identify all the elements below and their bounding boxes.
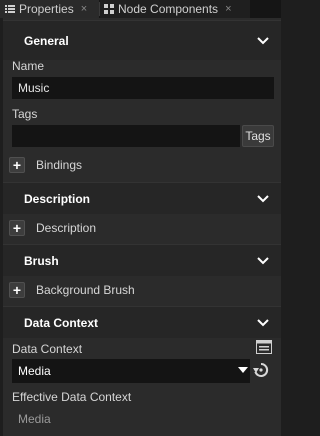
section-title: Data Context	[24, 315, 99, 330]
data-context-icon[interactable]	[256, 340, 272, 354]
effective-data-context-value: Media	[18, 412, 51, 426]
grid-icon	[104, 4, 114, 14]
chevron-down-icon[interactable]	[257, 256, 269, 265]
name-field[interactable]: Music	[12, 77, 274, 99]
tags-input[interactable]	[12, 125, 240, 147]
tab-properties[interactable]: Properties ×	[0, 0, 99, 18]
data-context-label: Data Context	[12, 342, 83, 356]
list-icon	[5, 5, 15, 13]
name-label: Name	[12, 59, 45, 73]
description-label: Description	[36, 221, 97, 235]
section-title: General	[24, 33, 69, 48]
add-background-brush-button[interactable]: +	[9, 282, 25, 298]
section-description-header[interactable]: Description	[3, 182, 281, 214]
tab-node-components-label: Node Components	[118, 2, 219, 16]
add-description-button[interactable]: +	[9, 220, 25, 236]
reset-icon[interactable]	[253, 362, 269, 378]
section-title: Description	[24, 191, 91, 206]
tags-button[interactable]: Tags	[242, 125, 274, 147]
close-icon[interactable]: ×	[225, 3, 231, 15]
tab-properties-label: Properties	[19, 2, 74, 16]
close-icon[interactable]: ×	[81, 3, 87, 15]
dropdown-caret-icon[interactable]	[238, 367, 248, 373]
chevron-down-icon[interactable]	[257, 36, 269, 45]
data-context-selected: Media	[18, 364, 51, 378]
tags-label: Tags	[12, 107, 38, 121]
tab-bar: Properties × Node Components ×	[0, 0, 281, 18]
effective-data-context-label: Effective Data Context	[12, 390, 132, 404]
section-brush-header[interactable]: Brush	[3, 244, 281, 276]
add-binding-button[interactable]: +	[9, 157, 25, 173]
tab-node-components[interactable]: Node Components ×	[100, 0, 250, 18]
chevron-down-icon[interactable]	[257, 318, 269, 327]
section-title: Brush	[24, 253, 59, 268]
section-data-context-header[interactable]: Data Context	[3, 306, 281, 338]
section-general-header[interactable]: General	[3, 20, 281, 60]
background-brush-label: Background Brush	[36, 283, 135, 297]
properties-panel: General Name Music Tags Tags + Bindings …	[3, 18, 281, 436]
bindings-label: Bindings	[36, 158, 83, 172]
data-context-select[interactable]: Media	[12, 359, 250, 383]
chevron-down-icon[interactable]	[257, 194, 269, 203]
